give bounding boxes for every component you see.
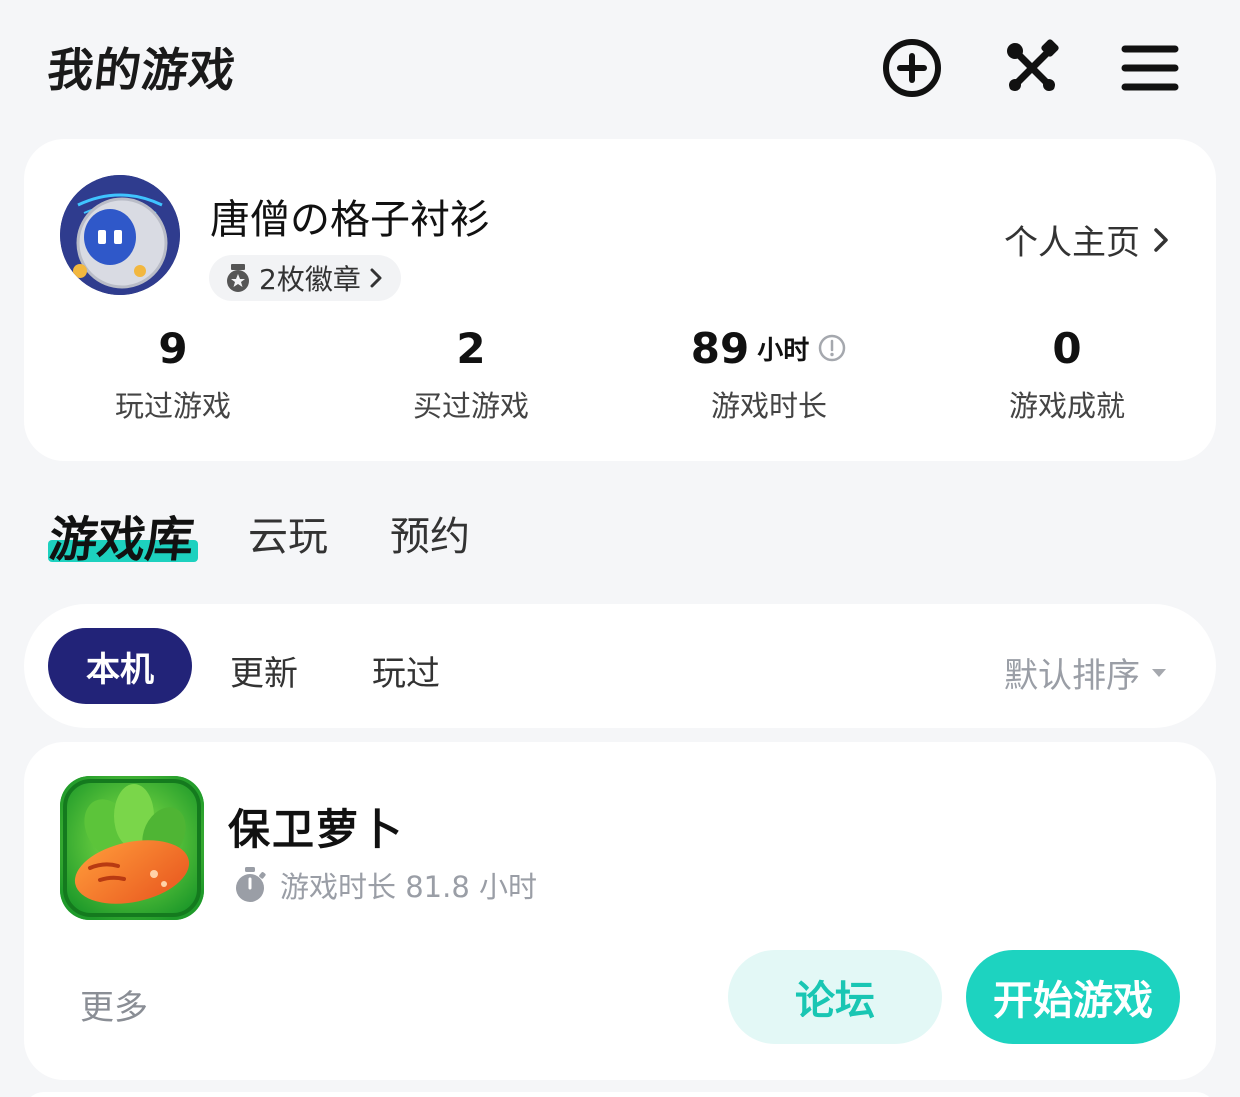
caret-down-icon xyxy=(1152,668,1166,677)
stat-label: 买过游戏 xyxy=(412,389,529,423)
stat-play-time[interactable]: 89 小时 游戏时长 xyxy=(649,323,889,425)
menu-button[interactable] xyxy=(1118,36,1182,100)
stat-label: 游戏时长 xyxy=(710,389,827,423)
stat-value: 0 xyxy=(1052,323,1082,373)
filter-local[interactable]: 本机 xyxy=(48,628,192,704)
avatar[interactable] xyxy=(60,175,180,295)
game-playtime: 游戏时长 81.8 小时 xyxy=(232,864,537,906)
forum-button[interactable]: 论坛 xyxy=(728,950,942,1044)
sort-dropdown[interactable]: 默认排序 xyxy=(1004,648,1168,697)
top-header: 我的游戏 xyxy=(0,0,1240,136)
homepage-label: 个人主页 xyxy=(1004,223,1140,263)
tools-button[interactable] xyxy=(1000,36,1064,100)
info-icon[interactable] xyxy=(817,333,847,363)
stopwatch-icon xyxy=(236,867,266,902)
game-icon[interactable] xyxy=(60,776,204,920)
homepage-link[interactable]: 个人主页 xyxy=(1004,215,1172,264)
add-game-button[interactable] xyxy=(880,36,944,100)
medal-icon xyxy=(227,264,249,292)
filter-played[interactable]: 玩过 xyxy=(372,646,440,695)
tab-cloud-play[interactable]: 云玩 xyxy=(248,504,328,562)
stat-played-games[interactable]: 9 玩过游戏 xyxy=(53,323,293,425)
tools-icon xyxy=(1007,39,1059,91)
badges-pill[interactable]: 2枚徽章 xyxy=(209,255,401,301)
stat-value: 89 小时 xyxy=(649,323,889,373)
main-tabs: 游戏库 云玩 预约 xyxy=(0,490,1240,580)
start-game-button[interactable]: 开始游戏 xyxy=(966,950,1180,1044)
more-button[interactable]: 更多 xyxy=(80,980,148,1029)
game-title[interactable]: 保卫萝卜 xyxy=(228,796,404,857)
chevron-right-icon xyxy=(370,268,382,288)
carrot-game-icon xyxy=(60,776,204,920)
stat-value: 9 xyxy=(158,323,188,373)
stat-value: 2 xyxy=(456,323,486,373)
add-circle-icon xyxy=(883,39,941,97)
tab-game-library[interactable]: 游戏库 xyxy=(46,500,197,570)
next-game-card xyxy=(24,1092,1216,1097)
stat-achievements[interactable]: 0 游戏成就 xyxy=(947,323,1187,425)
stat-label: 玩过游戏 xyxy=(114,389,231,423)
filter-bar: 本机 更新 玩过 默认排序 xyxy=(24,604,1216,728)
stat-bought-games[interactable]: 2 买过游戏 xyxy=(351,323,591,425)
page-title: 我的游戏 xyxy=(44,43,239,97)
menu-icon xyxy=(1121,45,1179,91)
stat-unit: 小时 xyxy=(757,335,810,366)
tab-reservations[interactable]: 预约 xyxy=(390,504,470,562)
robot-avatar-icon xyxy=(60,175,180,295)
chevron-right-icon xyxy=(1154,227,1168,252)
username: 唐僧の格子衬衫 xyxy=(210,197,490,243)
filter-updates[interactable]: 更新 xyxy=(230,646,298,695)
profile-card: 唐僧の格子衬衫 2枚徽章 个人主页 9 玩过游戏 2 买过游戏 89 小时 游戏… xyxy=(24,139,1216,461)
badges-label: 2枚徽章 xyxy=(259,263,361,296)
sort-label: 默认排序 xyxy=(1004,656,1140,696)
stat-label: 游戏成就 xyxy=(1008,389,1125,423)
playtime-label: 游戏时长 81.8 小时 xyxy=(280,870,538,904)
game-card: 保卫萝卜 游戏时长 81.8 小时 更多 论坛 开始游戏 xyxy=(24,742,1216,1080)
